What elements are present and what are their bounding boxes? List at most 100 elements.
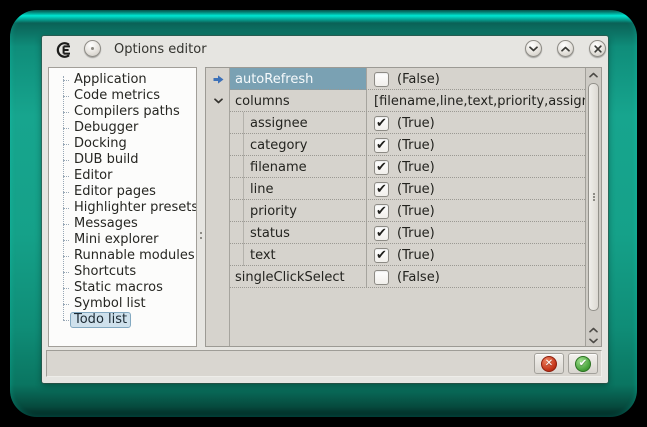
sidebar-item-symbol-list[interactable]: Symbol list	[49, 296, 196, 312]
sidebar-item-docking[interactable]: Docking	[49, 136, 196, 152]
maximize-button[interactable]	[557, 40, 574, 57]
checkbox-checked[interactable]: ✔	[374, 182, 389, 197]
sidebar-item-messages[interactable]: Messages	[49, 216, 196, 232]
sidebar-item-label: Docking	[70, 136, 131, 152]
property-name: category	[230, 134, 366, 156]
gutter-cell	[206, 244, 230, 266]
property-value: ✔(True)	[366, 244, 585, 266]
property-name: line	[230, 178, 366, 200]
sidebar-item-label: Symbol list	[70, 296, 150, 312]
sidebar-item-dub-build[interactable]: DUB build	[49, 152, 196, 168]
property-value: ✔ (True)	[366, 200, 585, 222]
property-row-filename[interactable]: filename✔(True)	[206, 156, 585, 178]
sidebar-list: ApplicationCode metricsCompilers pathsDe…	[49, 68, 196, 328]
expand-chevron-icon[interactable]	[206, 90, 230, 112]
gutter-cell	[206, 112, 230, 134]
scroll-up-button-bottom[interactable]	[586, 324, 601, 335]
property-value: ✔(True)	[366, 112, 585, 134]
cancel-button[interactable]: ✕	[534, 353, 564, 374]
sidebar-item-mini-explorer[interactable]: Mini explorer	[49, 232, 196, 248]
property-grid-rows: autoRefresh (False) columns [filename,line,…	[206, 68, 585, 346]
category-sidebar: ApplicationCode metricsCompilers pathsDe…	[48, 67, 197, 347]
vertical-scrollbar[interactable]	[585, 68, 601, 346]
chevron-up-icon	[561, 46, 570, 52]
sidebar-item-label: Code metrics	[70, 88, 164, 104]
options-editor-dialog: Options editor ApplicationCode metricsCo…	[42, 36, 608, 383]
checkbox-checked[interactable]: ✔	[374, 116, 389, 131]
sidebar-item-editor-pages[interactable]: Editor pages	[49, 184, 196, 200]
sidebar-item-label: Highlighter presets	[70, 200, 197, 216]
sidebar-item-static-macros[interactable]: Static macros	[49, 280, 196, 296]
checkbox-unchecked[interactable]	[374, 72, 389, 87]
property-row-text[interactable]: text✔(True)	[206, 244, 585, 266]
property-value: ✔ (True)	[366, 222, 585, 244]
gutter-cell	[206, 156, 230, 178]
property-row-autoRefresh[interactable]: autoRefresh (False)	[206, 68, 585, 90]
property-row-line[interactable]: line ✔ (True)	[206, 178, 585, 200]
sidebar-item-debugger[interactable]: Debugger	[49, 120, 196, 136]
property-row-status[interactable]: status ✔ (True)	[206, 222, 585, 244]
scroll-up-button[interactable]	[586, 68, 601, 81]
menu-dot-icon	[91, 47, 94, 50]
checkbox-checked[interactable]: ✔	[374, 248, 389, 263]
splitter-handle[interactable]	[200, 232, 202, 234]
sidebar-item-label: Application	[70, 72, 151, 88]
property-name: autoRefresh	[230, 68, 366, 90]
checkbox-checked[interactable]: ✔	[374, 204, 389, 219]
value-text: (True)	[397, 204, 435, 219]
value-text: (True)	[397, 182, 435, 197]
app-logo-icon	[54, 40, 74, 60]
sidebar-item-label: Compilers paths	[70, 104, 184, 120]
sidebar-item-label: Messages	[70, 216, 142, 232]
chevron-down-icon	[529, 46, 538, 52]
accept-icon: ✔	[575, 356, 591, 372]
sidebar-item-runnable-modules[interactable]: Runnable modules	[49, 248, 196, 264]
property-name: filename	[230, 156, 366, 178]
property-name: priority	[230, 200, 366, 222]
sidebar-item-code-metrics[interactable]: Code metrics	[49, 88, 196, 104]
property-row-columns[interactable]: columns [filename,line,text,priority,assi…	[206, 90, 585, 112]
sidebar-item-label: Mini explorer	[70, 232, 163, 248]
property-row-priority[interactable]: priority ✔ (True)	[206, 200, 585, 222]
property-row-category[interactable]: category✔(True)	[206, 134, 585, 156]
property-value: ✔(True)	[366, 134, 585, 156]
scrollbar-thumb[interactable]	[588, 83, 599, 311]
sidebar-item-compilers-paths[interactable]: Compilers paths	[49, 104, 196, 120]
sidebar-item-application[interactable]: Application	[49, 72, 196, 88]
sidebar-item-label: Static macros	[70, 280, 167, 296]
sidebar-item-label: DUB build	[70, 152, 143, 168]
sidebar-item-highlighter-presets[interactable]: Highlighter presets	[49, 200, 196, 216]
scroll-down-button[interactable]	[586, 335, 601, 346]
checkbox-unchecked[interactable]	[374, 270, 389, 285]
chevron-up-icon	[589, 327, 598, 333]
window-menu-button[interactable]	[84, 40, 101, 57]
value-text: [filename,line,text,priority,assigne	[374, 94, 585, 109]
chevron-down-icon	[589, 338, 598, 344]
close-button[interactable]	[589, 40, 606, 57]
property-row-singleClickSelect[interactable]: singleClickSelect(False)	[206, 266, 585, 288]
cancel-icon: ✕	[541, 356, 557, 372]
property-name: columns	[230, 90, 366, 112]
window-title: Options editor	[114, 42, 207, 57]
sidebar-item-todo-list[interactable]: Todo list	[49, 312, 196, 328]
chevron-up-icon	[589, 72, 598, 78]
minimize-button[interactable]	[525, 40, 542, 57]
sidebar-item-editor[interactable]: Editor	[49, 168, 196, 184]
property-value: (False)	[366, 266, 585, 288]
property-name: singleClickSelect	[230, 266, 366, 288]
checkbox-checked[interactable]: ✔	[374, 138, 389, 153]
titlebar[interactable]: Options editor	[42, 36, 608, 63]
property-name: status	[230, 222, 366, 244]
property-value: (False)	[366, 68, 585, 90]
sidebar-item-shortcuts[interactable]: Shortcuts	[49, 264, 196, 280]
checkbox-checked[interactable]: ✔	[374, 160, 389, 175]
tree-rail	[63, 76, 64, 320]
checkbox-checked[interactable]: ✔	[374, 226, 389, 241]
value-text: (False)	[397, 72, 440, 87]
accept-button[interactable]: ✔	[568, 353, 598, 374]
sidebar-item-label: Debugger	[70, 120, 142, 136]
property-row-assignee[interactable]: assignee✔(True)	[206, 112, 585, 134]
property-name: assignee	[230, 112, 366, 134]
property-value: ✔(True)	[366, 156, 585, 178]
value-text: (True)	[397, 226, 435, 241]
